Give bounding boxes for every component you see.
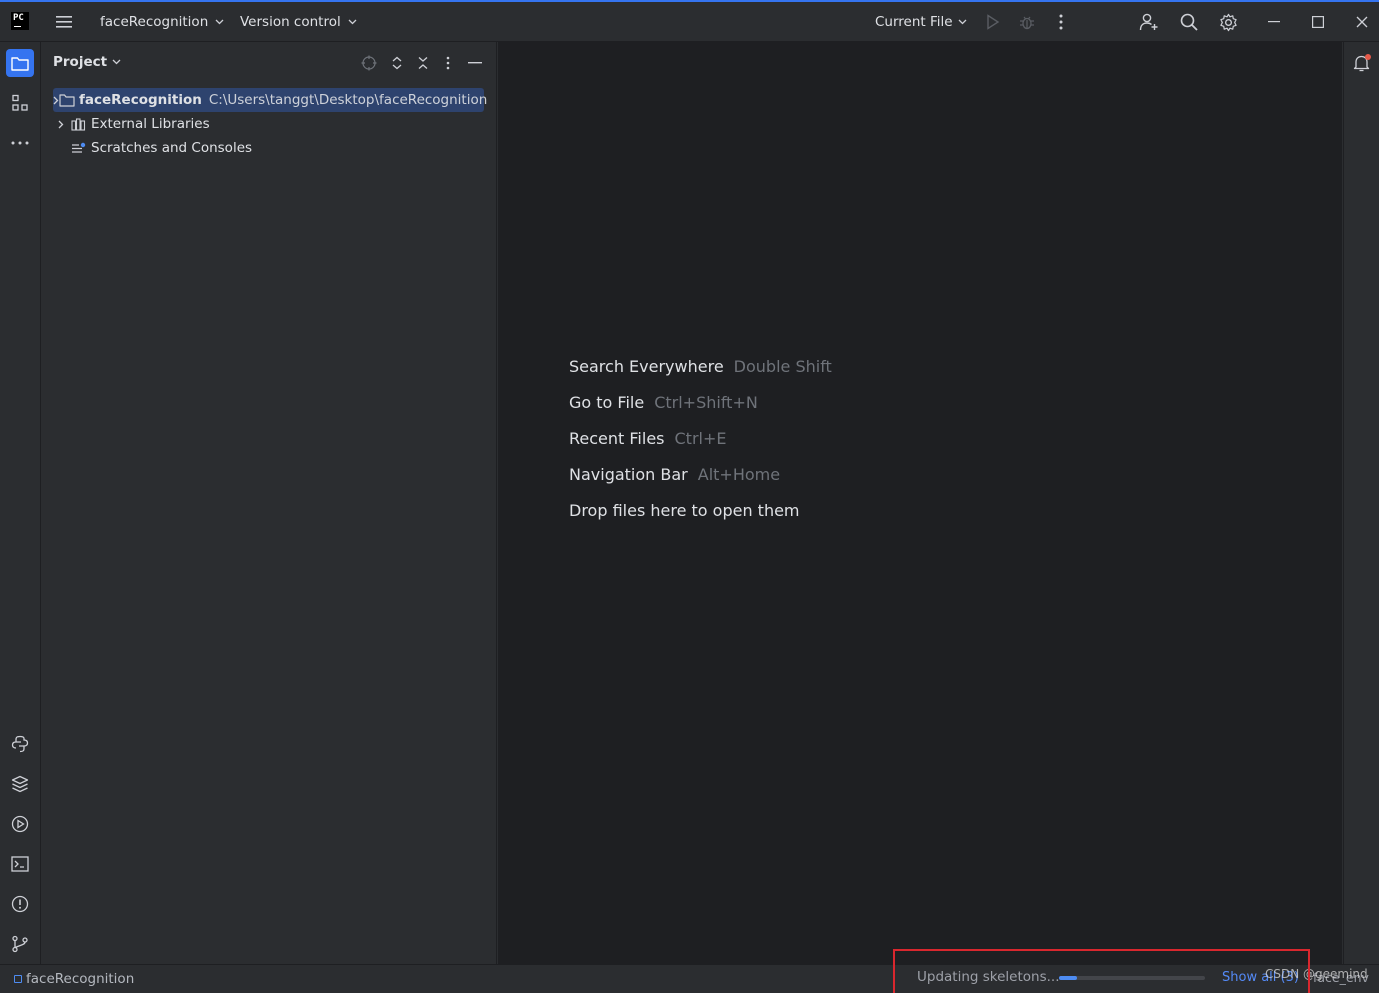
project-switcher[interactable]: faceRecognition: [100, 2, 224, 42]
folder-icon: [59, 93, 75, 107]
project-tool-window: Project faceRecognition C:\Users\tanggt\…: [41, 42, 497, 964]
tree-item-path: C:\Users\tanggt\Desktop\faceRecognition: [208, 92, 488, 108]
project-view-selector[interactable]: Project: [53, 54, 121, 70]
chevron-down-icon: [215, 19, 224, 25]
run-config-label: Current File: [875, 14, 953, 30]
python-console-icon[interactable]: [6, 730, 34, 758]
highlight-annotation-box: [893, 949, 1310, 993]
structure-icon[interactable]: [6, 89, 34, 117]
hint-search-everywhere: Search Everywhere Double Shift: [569, 357, 832, 376]
more-vertical-icon[interactable]: [446, 50, 450, 76]
right-tool-strip: [1343, 42, 1379, 964]
hamburger-icon[interactable]: [52, 2, 76, 42]
project-folder-icon[interactable]: [6, 49, 34, 77]
hint-drop-files: Drop files here to open them: [569, 501, 800, 520]
hide-panel-icon[interactable]: [468, 50, 482, 76]
minimize-icon[interactable]: [1264, 2, 1284, 42]
project-switcher-label: faceRecognition: [100, 14, 209, 30]
pycharm-logo: PC: [11, 12, 29, 30]
editor-empty-state: Search Everywhere Double Shift Go to File…: [498, 42, 1342, 964]
vcs-menu[interactable]: Version control: [240, 2, 357, 42]
tree-item-label: faceRecognition: [79, 92, 202, 108]
run-icon[interactable]: [983, 2, 1003, 42]
notifications-bell-icon[interactable]: [1348, 49, 1376, 77]
expand-all-icon[interactable]: [391, 50, 403, 76]
close-icon[interactable]: [1352, 2, 1372, 42]
problems-icon[interactable]: [6, 890, 34, 918]
locate-icon[interactable]: [361, 50, 377, 76]
editor-hints: Search Everywhere Double Shift Go to File…: [569, 357, 832, 537]
chevron-down-icon: [348, 19, 357, 25]
status-project-breadcrumb[interactable]: faceRecognition: [14, 971, 134, 987]
chevron-down-icon: [112, 59, 121, 65]
tree-item-label: Scratches and Consoles: [91, 140, 253, 156]
services-icon[interactable]: [6, 810, 34, 838]
title-bar: PC faceRecognition Version control Curre…: [0, 0, 1379, 42]
gear-icon[interactable]: [1217, 2, 1239, 42]
maximize-icon[interactable]: [1308, 2, 1328, 42]
module-icon: [14, 975, 22, 983]
terminal-icon[interactable]: [6, 850, 34, 878]
more-horizontal-icon[interactable]: [6, 129, 34, 157]
vcs-menu-label: Version control: [240, 14, 341, 30]
hint-navigation-bar: Navigation Bar Alt+Home: [569, 465, 781, 484]
scratches-icon: [69, 142, 87, 155]
left-tool-strip: [0, 42, 41, 964]
hint-recent-files: Recent Files Ctrl+E: [569, 429, 727, 448]
tree-item-scratches[interactable]: Scratches and Consoles: [53, 136, 252, 160]
chevron-right-icon[interactable]: [53, 120, 69, 129]
more-vertical-icon[interactable]: [1051, 2, 1071, 42]
tree-item-external-libraries[interactable]: External Libraries: [53, 112, 210, 136]
chevron-down-icon: [958, 19, 967, 25]
tree-item-label: External Libraries: [91, 116, 210, 132]
collapse-all-icon[interactable]: [417, 50, 429, 76]
git-icon[interactable]: [6, 930, 34, 958]
hint-go-to-file: Go to File Ctrl+Shift+N: [569, 393, 758, 412]
status-project-label: faceRecognition: [26, 971, 135, 987]
project-panel-title: Project: [53, 54, 108, 70]
run-config-selector[interactable]: Current File: [875, 2, 967, 42]
tree-item-project-root[interactable]: faceRecognition C:\Users\tanggt\Desktop\…: [53, 88, 488, 112]
library-icon: [69, 117, 87, 131]
python-packages-icon[interactable]: [6, 770, 34, 798]
search-icon[interactable]: [1178, 2, 1200, 42]
debug-icon[interactable]: [1017, 2, 1037, 42]
add-user-icon[interactable]: [1138, 2, 1160, 42]
